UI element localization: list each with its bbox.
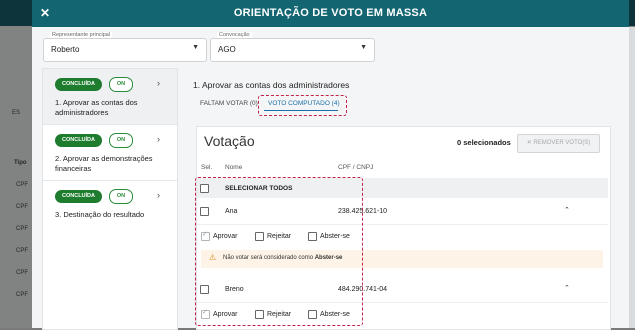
modal-header: ✕ ORIENTAÇÃO DE VOTO EM MASSA xyxy=(32,0,629,27)
scrollbar[interactable] xyxy=(629,27,635,328)
chevron-up-icon[interactable]: ⌃ xyxy=(564,206,570,214)
step-label: 1. Aprovar as contas dos administradores xyxy=(55,98,138,117)
steps-list: CONCLUÍDA ON › 1. Aprovar as contas dos … xyxy=(42,68,178,330)
col-header-document: CPF / CNPJ xyxy=(338,164,374,171)
status-badge: CONCLUÍDA xyxy=(55,78,102,91)
chevron-right-icon: › xyxy=(157,134,160,144)
toggle-on[interactable]: ON xyxy=(109,133,133,148)
step-label: 2. Aprovar as demonstrações financeiras xyxy=(55,154,153,173)
remove-votes-button[interactable]: ✕ REMOVER VOTO(S) xyxy=(517,134,600,153)
status-badge: CONCLUÍDA xyxy=(55,134,102,147)
step-item[interactable]: CONCLUÍDA ON › 1. Aprovar as contas dos … xyxy=(43,69,177,125)
chevron-down-icon: ▼ xyxy=(192,44,199,51)
convocation-select[interactable]: Convocação AGO ▼ xyxy=(210,32,375,62)
representative-value: Roberto xyxy=(51,45,80,54)
selected-count: 0 selecionados xyxy=(457,138,511,147)
toggle-on[interactable]: ON xyxy=(109,77,133,92)
chevron-up-icon[interactable]: ⌃ xyxy=(564,284,570,292)
col-header-select: Sel. xyxy=(201,164,213,171)
status-badge: CONCLUÍDA xyxy=(55,190,102,203)
representative-label: Representante principal xyxy=(50,32,113,38)
step-item[interactable]: CONCLUÍDA ON › 3. Destinação do resultad… xyxy=(43,181,177,236)
tab-pending-votes[interactable]: FALTAM VOTAR (0) xyxy=(200,100,258,107)
step-label: 3. Destinação do resultado xyxy=(55,210,145,219)
convocation-label: Convocação xyxy=(217,32,252,38)
voting-title: Votação xyxy=(204,133,255,149)
step-item[interactable]: CONCLUÍDA ON › 2. Aprovar as demonstraçõ… xyxy=(43,125,177,181)
section-title: 1. Aprovar as contas dos administradores xyxy=(193,80,350,90)
modal-title: ORIENTAÇÃO DE VOTO EM MASSA xyxy=(233,7,428,19)
col-header-name: Nome xyxy=(225,164,243,171)
toggle-on[interactable]: ON xyxy=(109,189,133,204)
highlight-selection-area xyxy=(195,177,363,326)
chevron-right-icon: › xyxy=(157,190,160,200)
convocation-value: AGO xyxy=(218,45,236,54)
highlight-tab xyxy=(258,95,347,116)
representative-select[interactable]: Representante principal Roberto ▼ xyxy=(43,32,207,62)
chevron-down-icon: ▼ xyxy=(360,44,367,51)
chevron-right-icon: › xyxy=(157,78,160,88)
